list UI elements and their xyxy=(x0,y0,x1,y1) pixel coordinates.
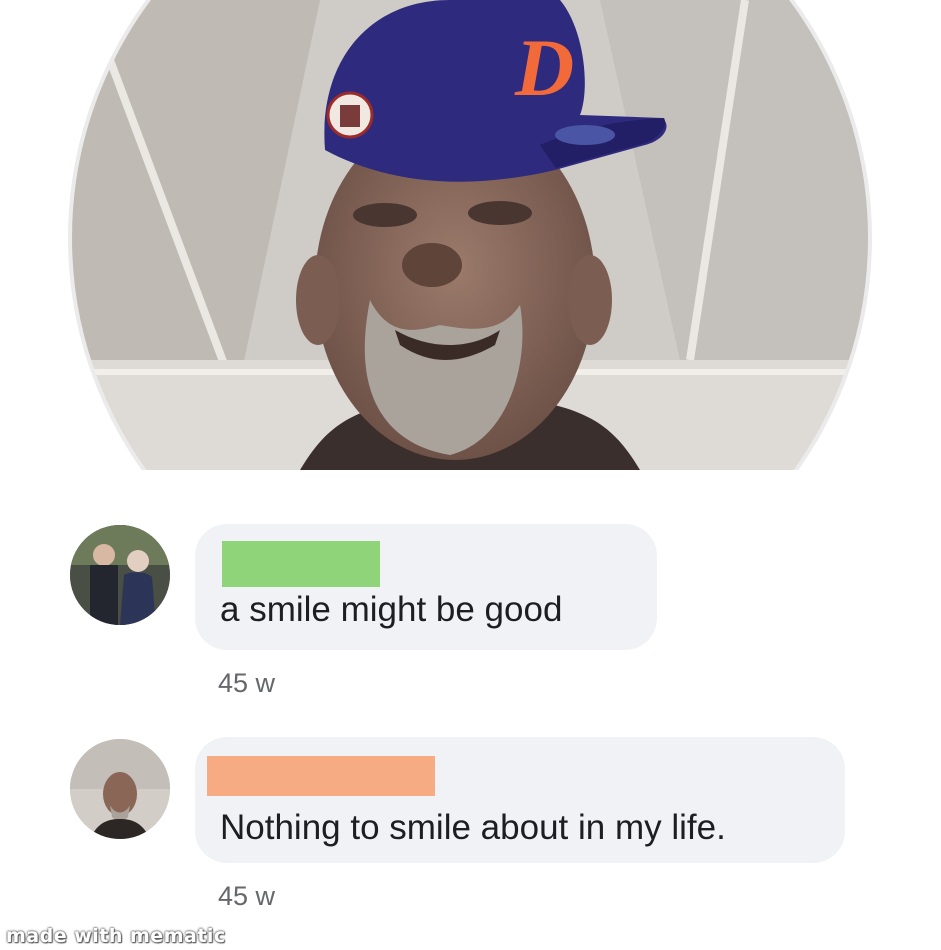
comment-timestamp[interactable]: 45 w xyxy=(218,668,275,699)
watermark: made with mematic xyxy=(6,925,226,947)
comment-text: a smile might be good xyxy=(220,590,563,629)
svg-text:D: D xyxy=(514,22,574,113)
comment-bubble[interactable]: Nothing to smile about in my life. xyxy=(195,737,845,863)
name-redaction xyxy=(207,756,435,796)
comment-timestamp[interactable]: 45 w xyxy=(218,881,275,912)
comment-text: Nothing to smile about in my life. xyxy=(220,808,726,847)
couple-avatar-icon xyxy=(70,525,170,625)
comment-1: a smile might be good 45 w xyxy=(0,520,941,710)
profile-photo-image: D xyxy=(0,0,941,470)
commenter-avatar[interactable] xyxy=(70,525,170,625)
name-redaction xyxy=(222,541,380,587)
comment-bubble[interactable]: a smile might be good xyxy=(195,524,657,650)
profile-photo[interactable]: D xyxy=(0,0,941,470)
comment-2: Nothing to smile about in my life. 45 w xyxy=(0,735,941,925)
man-avatar-icon xyxy=(70,739,170,839)
commenter-avatar[interactable] xyxy=(70,739,170,839)
